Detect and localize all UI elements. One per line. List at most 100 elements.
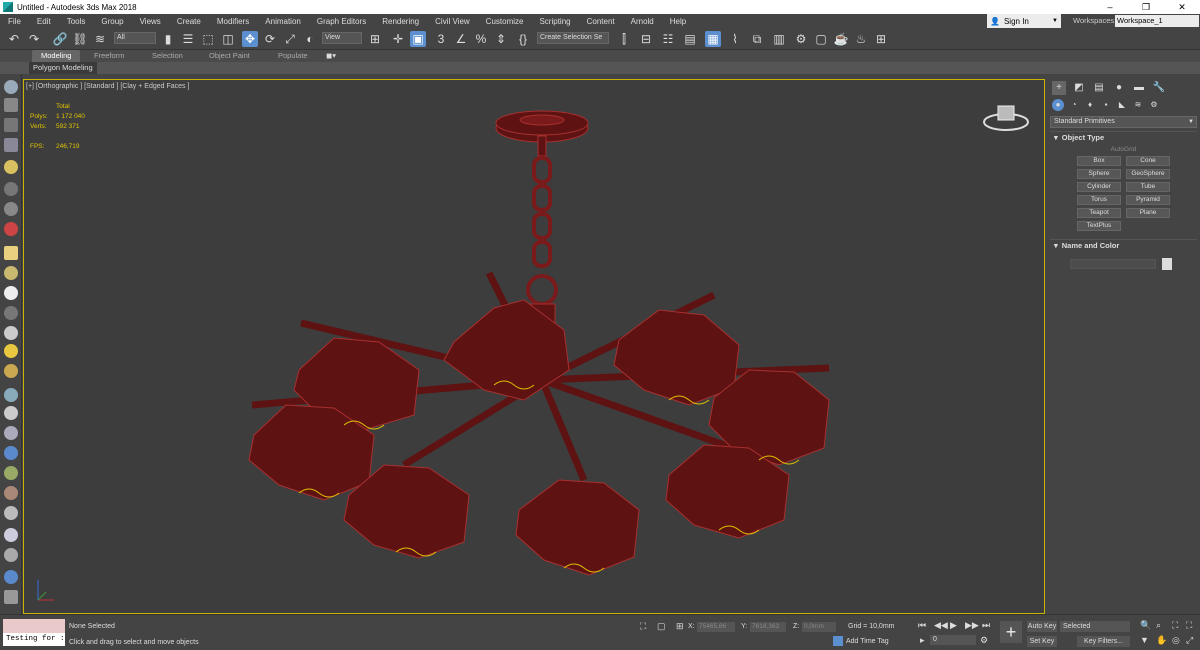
auto-key-button[interactable]: Auto Key [1027,621,1057,632]
tab-modeling[interactable]: Modeling [32,50,81,62]
maxscript-listener[interactable] [3,619,65,633]
tab-object-paint[interactable]: Object Paint [209,50,250,62]
menu-graph-editors[interactable]: Graph Editors [309,17,374,26]
biped-icon[interactable] [4,486,18,500]
time-configuration-icon[interactable]: ⚙ [980,635,988,646]
curve-editor-icon[interactable]: ⌇ [727,31,743,47]
viewport-perspective[interactable]: [+] [Orthographic ] [Standard ] [Clay + … [23,79,1045,614]
tube-button[interactable]: Tube [1126,182,1170,192]
workspace-select[interactable]: Workspace_1 [1115,15,1199,27]
sphere-icon[interactable] [4,286,18,300]
key-mode-icon[interactable]: ▸ [920,635,925,646]
menu-content[interactable]: Content [579,17,623,26]
pyramid-button[interactable]: Pyramid [1126,195,1170,205]
edit-named-selection-icon[interactable]: {} [515,31,531,47]
key-selection-dropdown[interactable]: Selected [1060,621,1130,632]
primitive-type-dropdown[interactable]: Standard Primitives ▼ [1050,116,1197,128]
undo-icon[interactable]: ↶ [6,31,22,47]
isolate-selection-icon[interactable]: ⛶ [640,621,646,632]
light-icon[interactable] [4,160,18,174]
chandelier-model[interactable] [24,80,1046,615]
play-icon[interactable]: ▶ [950,620,957,631]
mirror-icon[interactable]: ⫿ [616,31,632,47]
object-name-field[interactable] [1070,259,1156,269]
minimize-button[interactable]: – [1092,0,1128,14]
menu-tools[interactable]: Tools [59,17,94,26]
menu-views[interactable]: Views [132,17,169,26]
torus-button[interactable]: Torus [1077,195,1121,205]
reference-coordinate-dropdown[interactable]: View [322,32,362,44]
particle-grid-icon[interactable] [4,388,18,402]
orbit-icon[interactable]: ◎ [1172,635,1180,646]
sign-in-dropdown[interactable]: 👤 Sign In ▼ [987,14,1061,28]
box-icon[interactable] [4,246,18,260]
z-coordinate-field[interactable]: 0,0mm [802,622,836,632]
polygon-modeling-label[interactable]: Polygon Modeling [29,62,97,74]
particles-icon[interactable] [4,222,18,236]
wand-icon[interactable] [4,406,18,420]
spacewarps-category-icon[interactable]: ≋ [1132,99,1144,111]
tab-populate[interactable]: Populate [278,50,308,62]
maximize-viewport-icon[interactable]: ⤢ [1186,635,1193,646]
select-and-rotate-icon[interactable]: ⟳ [262,31,278,47]
zoom-extents-all-icon[interactable]: ⛶ [1186,620,1192,631]
current-frame-field[interactable]: 0 [930,635,976,645]
key-filters-button[interactable]: Key Filters... [1077,636,1130,647]
cone-button[interactable]: Cone [1126,156,1170,166]
zoom-icon[interactable]: 🔍 [1140,620,1151,631]
link-icon[interactable]: 🔗 [52,31,68,47]
align-icon[interactable]: ⊟ [638,31,654,47]
select-and-scale-icon[interactable]: ⤢ [282,31,298,47]
next-frame-icon[interactable]: ▶▶ [965,620,979,631]
render-iterative-icon[interactable]: ♨ [853,31,869,47]
close-button[interactable]: ✕ [1164,0,1200,14]
sphere-shaded-icon[interactable] [4,528,18,542]
selection-filter-dropdown[interactable]: All [114,32,156,44]
pivot-center-icon[interactable]: ⊞ [367,31,383,47]
field-of-view-icon[interactable]: ▼ [1140,635,1149,645]
set-key-icon[interactable]: + [1000,621,1022,643]
globe-icon[interactable] [4,446,18,460]
sphere-button[interactable]: Sphere [1077,169,1121,179]
select-and-move-icon[interactable]: ✥ [242,31,258,47]
bind-spacewarp-icon[interactable]: ≋ [92,31,108,47]
layers-icon[interactable] [4,98,18,112]
menu-help[interactable]: Help [662,17,694,26]
grid-icon[interactable] [4,138,18,152]
rectangular-selection-icon[interactable]: ⬚ [200,31,216,47]
menu-scripting[interactable]: Scripting [531,17,578,26]
systems-category-icon[interactable]: ⚙ [1148,99,1160,111]
display-tab-icon[interactable]: ▬ [1132,81,1146,95]
snaps-toggle-icon[interactable]: 3 [433,31,449,47]
shapes-category-icon[interactable]: ◔ [1068,99,1080,111]
cylinder-button[interactable]: Cylinder [1077,182,1121,192]
name-color-header[interactable]: ▾ Name and Color [1050,240,1197,252]
geosphere-button[interactable]: GeoSphere [1126,169,1170,179]
menu-modifiers[interactable]: Modifiers [209,17,257,26]
camera-icon[interactable] [4,202,18,216]
cameras-category-icon[interactable]: ▪ [1100,99,1112,111]
pyramid-icon[interactable] [4,426,18,440]
schematic-view-icon[interactable]: ⧉ [749,31,765,47]
scene-explorer-icon[interactable]: ☷ [660,31,676,47]
menu-edit[interactable]: Edit [29,17,59,26]
list-icon[interactable] [4,118,18,132]
autogrid-checkbox[interactable]: AutoGrid [1050,146,1197,153]
box-button[interactable]: Box [1077,156,1121,166]
lights-category-icon[interactable]: ♦ [1084,99,1096,111]
render-setup-icon[interactable]: ⚙ [793,31,809,47]
toggle-ribbon-icon[interactable]: ▦ [705,31,721,47]
window-crossing-icon[interactable]: ◫ [220,31,236,47]
helpers-category-icon[interactable]: ◣ [1116,99,1128,111]
layer-explorer-icon[interactable]: ▤ [682,31,698,47]
angle-snap-icon[interactable]: ∠ [453,31,469,47]
maxscript-mini-listener[interactable]: Testing for : [3,633,65,646]
menu-arnold[interactable]: Arnold [623,17,662,26]
foliage-icon[interactable] [4,466,18,480]
absolute-transform-icon[interactable]: ⊞ [676,621,684,632]
textplus-button[interactable]: TextPlus [1077,221,1121,231]
menu-create[interactable]: Create [169,17,209,26]
select-and-place-icon[interactable]: ◐ [302,31,318,47]
menu-group[interactable]: Group [93,17,131,26]
material-icon[interactable] [4,364,18,378]
